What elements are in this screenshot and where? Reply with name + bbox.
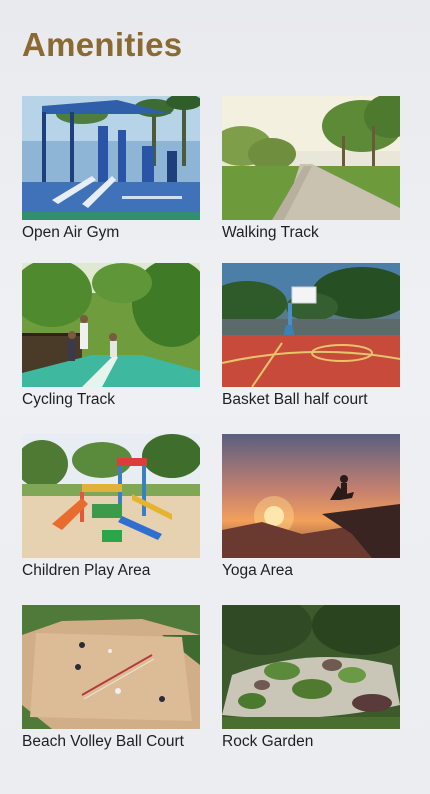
amenity-label: Yoga Area [222, 562, 293, 579]
yoga-area-photo [222, 434, 400, 558]
amenity-card-basketball-court[interactable]: Basket Ball half court [222, 263, 400, 410]
amenity-label: Cycling Track [22, 391, 116, 408]
amenity-label: Beach Volley Ball Court [22, 733, 184, 750]
amenity-label: Basket Ball half court [222, 391, 368, 408]
amenity-label: Walking Track [222, 224, 319, 241]
children-play-area-photo [22, 434, 200, 558]
page-title: Amenities [22, 26, 183, 63]
amenity-card-cycling-track[interactable]: Cycling Track [22, 263, 200, 410]
amenity-card-children-play-area[interactable]: Children Play Area [22, 434, 200, 581]
cycling-track-photo [22, 263, 200, 387]
amenity-label: Open Air Gym [22, 224, 120, 241]
amenity-label: Children Play Area [22, 562, 151, 579]
amenity-card-yoga-area[interactable]: Yoga Area [222, 434, 400, 581]
walking-track-photo [222, 96, 400, 220]
amenity-card-open-air-gym[interactable]: Open Air Gym [22, 96, 200, 243]
basketball-court-photo [222, 263, 400, 387]
amenity-card-rock-garden[interactable]: Rock Garden [222, 605, 400, 752]
open-air-gym-photo [22, 96, 200, 220]
beach-volleyball-photo [22, 605, 200, 729]
amenity-card-beach-volleyball-court[interactable]: Beach Volley Ball Court [22, 605, 200, 752]
amenity-card-walking-track[interactable]: Walking Track [222, 96, 400, 243]
rock-garden-photo [222, 605, 400, 729]
amenity-label: Rock Garden [222, 733, 314, 750]
